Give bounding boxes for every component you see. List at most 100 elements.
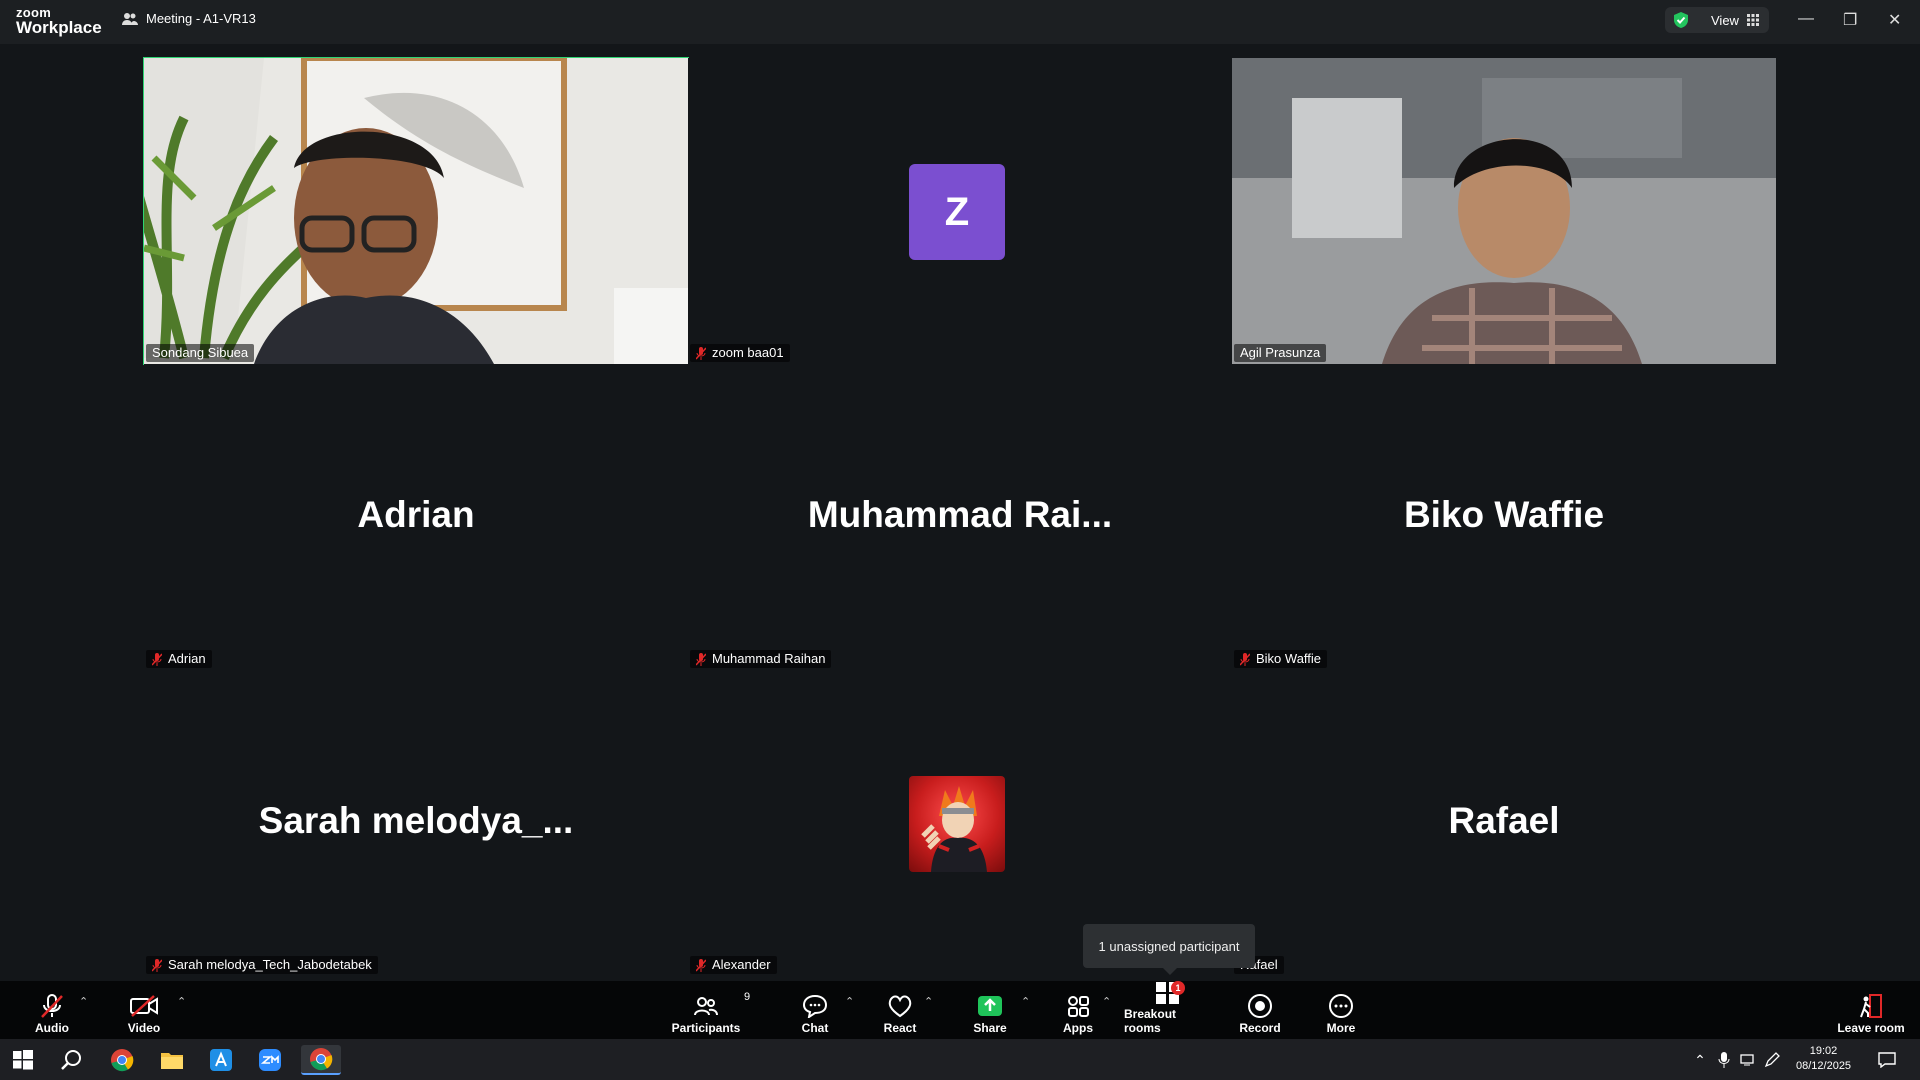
react-options-caret[interactable]: ⌃ [924, 995, 933, 1008]
more-button[interactable]: More [1322, 987, 1360, 1035]
meeting-title-text: Meeting - A1-VR13 [146, 11, 256, 26]
avatar-image [921, 786, 987, 872]
mic-muted-icon [696, 346, 706, 360]
video-tile-biko[interactable]: Biko Waffie Biko Waffie [1232, 364, 1776, 670]
view-label: View [1711, 12, 1739, 28]
participants-count: 9 [744, 991, 751, 1003]
network-icon[interactable] [1737, 1045, 1759, 1075]
minimize-icon[interactable]: — [1798, 10, 1814, 28]
video-tile-sondang[interactable]: Sondang Sibuea [143, 57, 689, 365]
participant-display-name: Biko Waffie [1403, 494, 1605, 535]
avatar [909, 776, 1005, 872]
heart-icon [888, 995, 912, 1018]
participant-name: zoom baa01 [712, 345, 784, 360]
zoom-app-icon[interactable] [255, 1045, 285, 1075]
leave-room-button[interactable]: Leave room [1836, 987, 1906, 1035]
participants-label: Participants [671, 1021, 741, 1035]
participant-display-name: Muhammad Rai... [807, 494, 1113, 535]
video-tile-adrian[interactable]: Adrian Adrian [144, 364, 688, 670]
video-tile-agil[interactable]: Agil Prasunza [1232, 58, 1776, 364]
avatar: Z [909, 164, 1005, 260]
audio-options-caret[interactable]: ⌃ [79, 995, 88, 1008]
chat-label: Chat [801, 1021, 829, 1035]
participant-video [144, 58, 688, 364]
windows-start-icon[interactable] [8, 1045, 38, 1075]
video-label: Video [127, 1021, 161, 1035]
apps-icon [1068, 996, 1089, 1017]
video-grid: Sondang Sibuea Z zoom baa01 Agil Prasunz… [0, 44, 1920, 981]
tray-chevron-icon[interactable]: ⌃ [1689, 1045, 1711, 1075]
chat-button[interactable]: Chat [795, 987, 835, 1035]
share-label: Share [973, 1021, 1007, 1035]
meeting-toolbar: Audio ⌃ Video ⌃ 9 Participants Chat ⌃ Re… [0, 981, 1920, 1039]
avatar-letter: Z [944, 189, 970, 234]
logo-line2: Workplace [16, 18, 102, 37]
close-icon[interactable]: ✕ [1888, 10, 1901, 30]
grid-icon [1746, 14, 1759, 26]
participant-name: Muhammad Raihan [712, 651, 826, 666]
record-button[interactable]: Record [1238, 987, 1282, 1035]
mic-muted-icon [696, 958, 706, 972]
participants-icon [122, 12, 138, 25]
share-options-caret[interactable]: ⌃ [1021, 995, 1030, 1008]
audio-button[interactable]: Audio [28, 987, 76, 1035]
pen-icon[interactable] [1761, 1045, 1783, 1075]
participants-button[interactable]: 9 Participants [666, 987, 750, 1035]
microphone-icon[interactable] [1713, 1045, 1735, 1075]
record-label: Record [1239, 1021, 1281, 1035]
chat-icon [802, 994, 828, 1018]
participant-name: Adrian [168, 651, 206, 666]
search-icon[interactable] [57, 1045, 87, 1075]
app-store-icon[interactable] [206, 1045, 236, 1075]
video-tile-sarah[interactable]: Sarah melodya_... Sarah melodya_Tech_Jab… [144, 670, 688, 976]
participant-display-name: Sarah melodya_... [258, 800, 574, 841]
file-explorer-icon[interactable] [157, 1045, 187, 1075]
video-options-caret[interactable]: ⌃ [177, 995, 186, 1008]
participant-name: Alexander [712, 957, 771, 972]
unassigned-tooltip: 1 unassigned participant [1083, 924, 1255, 975]
view-button[interactable]: View [1665, 7, 1769, 33]
mic-muted-icon [152, 958, 162, 972]
share-button[interactable]: Share [970, 987, 1010, 1035]
meeting-title[interactable]: Meeting - A1-VR13 [122, 11, 256, 26]
more-label: More [1326, 1021, 1356, 1035]
breakout-rooms-button[interactable]: 1 Breakout rooms [1124, 981, 1212, 1035]
name-tag: Sarah melodya_Tech_Jabodetabek [146, 956, 378, 974]
more-icon [1329, 994, 1353, 1018]
record-icon [1248, 994, 1272, 1018]
chat-options-caret[interactable]: ⌃ [845, 995, 854, 1008]
video-tile-zoom-baa01[interactable]: Z zoom baa01 [688, 58, 1232, 364]
name-tag: Biko Waffie [1234, 650, 1328, 668]
notification-icon[interactable] [1872, 1045, 1902, 1075]
video-off-icon [130, 995, 158, 1017]
breakout-badge: 1 [1171, 981, 1185, 995]
apps-button[interactable]: Apps [1058, 987, 1098, 1035]
mic-muted-icon [152, 652, 162, 666]
taskbar-clock[interactable]: 19:02 08/12/2025 [1796, 1044, 1851, 1074]
apps-label: Apps [1063, 1021, 1093, 1035]
name-tag: Sondang Sibuea [146, 344, 255, 362]
clock-date: 08/12/2025 [1796, 1060, 1852, 1072]
video-button[interactable]: Video [120, 987, 168, 1035]
chrome-icon[interactable] [107, 1045, 137, 1075]
chrome-active-icon[interactable] [301, 1045, 341, 1075]
share-screen-icon [978, 996, 1002, 1016]
name-tag: zoom baa01 [690, 344, 790, 362]
participant-display-name: Adrian [357, 494, 475, 535]
react-label: React [883, 1021, 917, 1035]
participants-icon [694, 997, 718, 1016]
mic-muted-icon [41, 994, 63, 1018]
video-tile-muhammad[interactable]: Muhammad Rai... Muhammad Raihan [688, 364, 1232, 670]
participant-display-name: Rafael [1448, 800, 1560, 841]
apps-options-caret[interactable]: ⌃ [1102, 995, 1111, 1008]
participant-name: Sondang Sibuea [152, 345, 249, 360]
react-button[interactable]: React [880, 987, 920, 1035]
restore-icon[interactable]: ❐ [1843, 10, 1857, 30]
mic-muted-icon [1240, 652, 1250, 666]
participant-name: Agil Prasunza [1240, 345, 1321, 360]
video-tile-rafael[interactable]: Rafael Rafael [1232, 670, 1776, 976]
leave-label: Leave room [1837, 1021, 1905, 1035]
audio-label: Audio [35, 1021, 69, 1035]
name-tag: Alexander [690, 956, 777, 974]
clock-time: 19:02 [1809, 1045, 1838, 1057]
